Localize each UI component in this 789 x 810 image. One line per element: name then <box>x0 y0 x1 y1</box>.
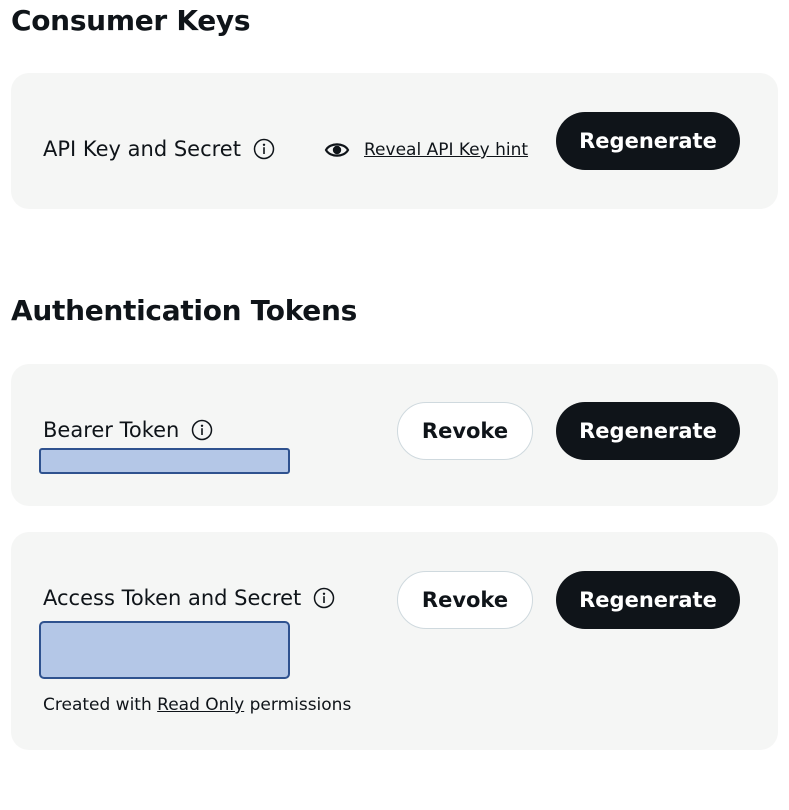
consumer-keys-card: API Key and Secret Reveal API Key hint R… <box>11 73 778 209</box>
api-key-row-label: API Key and Secret <box>43 137 275 161</box>
access-token-card: Access Token and Secret Created with Rea… <box>11 532 778 750</box>
revoke-access-token-button[interactable]: Revoke <box>397 571 533 629</box>
bearer-token-card: Bearer Token Revoke Regenerate <box>11 364 778 506</box>
info-circle-icon[interactable] <box>313 587 335 609</box>
read-only-link[interactable]: Read Only <box>157 695 244 715</box>
access-token-label: Access Token and Secret <box>43 586 302 610</box>
api-key-label: API Key and Secret <box>43 137 241 161</box>
reveal-api-key-hint[interactable]: Reveal API Key hint <box>324 137 528 163</box>
redacted-access-token <box>39 621 290 679</box>
regenerate-bearer-token-button[interactable]: Regenerate <box>556 402 740 460</box>
regenerate-api-key-button[interactable]: Regenerate <box>556 112 740 170</box>
bearer-token-row-label: Bearer Token <box>43 418 213 442</box>
permissions-note-suffix: permissions <box>244 695 352 715</box>
info-circle-icon[interactable] <box>191 419 213 441</box>
redacted-bearer-token <box>39 448 290 474</box>
revoke-bearer-token-button[interactable]: Revoke <box>397 402 533 460</box>
regenerate-access-token-button[interactable]: Regenerate <box>556 571 740 629</box>
info-circle-icon[interactable] <box>253 138 275 160</box>
permissions-note: Created with Read Only permissions <box>43 695 351 715</box>
bearer-token-label: Bearer Token <box>43 418 180 442</box>
authentication-tokens-title: Authentication Tokens <box>11 294 357 327</box>
consumer-keys-title: Consumer Keys <box>11 4 251 37</box>
reveal-api-key-link[interactable]: Reveal API Key hint <box>364 140 528 160</box>
eye-icon <box>324 137 350 163</box>
permissions-note-prefix: Created with <box>43 695 158 715</box>
access-token-row-label: Access Token and Secret <box>43 586 335 610</box>
